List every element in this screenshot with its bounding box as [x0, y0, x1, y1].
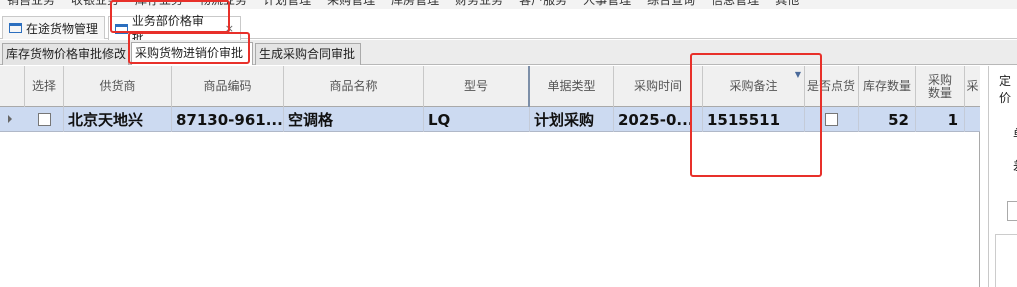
menu-item-customer[interactable]: 客户服务: [512, 0, 576, 9]
cell-supplier[interactable]: 北京天地兴: [64, 107, 172, 132]
window-icon: [9, 23, 22, 33]
table-row[interactable]: 北京天地兴 87130-961... 空调格 LQ 计划采购 2025-0...…: [0, 107, 980, 132]
menu-item-plan[interactable]: 计划管理: [256, 0, 320, 9]
cell-product-code[interactable]: 87130-961...: [172, 107, 284, 132]
column-header-doc-type[interactable]: 单据类型: [530, 66, 614, 107]
cell-product-name[interactable]: 空调格: [284, 107, 424, 132]
cell-purchase-qty[interactable]: 1: [916, 107, 965, 132]
menu-item-info[interactable]: 信息管理: [704, 0, 768, 9]
annotation-box-purchase-price-tab: [128, 32, 250, 64]
column-header-model[interactable]: 型号: [424, 66, 530, 107]
annotation-box-purchase-note-column: [690, 53, 822, 177]
row-indicator-icon: [8, 115, 12, 123]
tab-stock-price-approval-edit[interactable]: 库存货物价格审批修改: [2, 43, 129, 65]
menu-item-purchase[interactable]: 采购管理: [320, 0, 384, 9]
menu-item-hr[interactable]: 人事管理: [576, 0, 640, 9]
row-indicator-header: [0, 66, 25, 107]
menu-item-warehouse[interactable]: 库房管理: [384, 0, 448, 9]
column-header-stock-qty[interactable]: 库存数量: [859, 66, 916, 107]
grid-header: 选择 供货商 商品编码 商品名称 型号 单据类型 采购时间 采购备注 ▼ 是否点…: [0, 66, 980, 107]
tab-purchase-contract-approval[interactable]: 生成采购合同审批: [255, 43, 361, 65]
column-header-supplier[interactable]: 供货商: [64, 66, 172, 107]
cell-stock-qty[interactable]: 52: [859, 107, 916, 132]
right-detail-panel: 定价 单 差: [988, 66, 1017, 287]
tab-in-transit-goods[interactable]: 在途货物管理: [2, 16, 105, 39]
cell-select[interactable]: [25, 107, 64, 132]
panel-input[interactable]: [1007, 201, 1017, 221]
menu-item-sales[interactable]: 销售业务: [0, 0, 64, 9]
cell-model[interactable]: LQ: [424, 107, 530, 132]
select-checkbox[interactable]: [37, 113, 51, 126]
cell-truncated[interactable]: [965, 107, 980, 132]
menu-item-finance[interactable]: 财务业务: [448, 0, 512, 9]
panel-label-unit: 单: [1013, 125, 1017, 142]
column-header-purchase-qty[interactable]: 采购数量: [916, 66, 965, 107]
panel-label-pricing: 定价: [999, 74, 1012, 105]
column-header-truncated[interactable]: 采: [965, 66, 980, 107]
column-header-select[interactable]: 选择: [25, 66, 64, 107]
column-header-product-code[interactable]: 商品编码: [172, 66, 284, 107]
cell-doc-type[interactable]: 计划采购: [530, 107, 614, 132]
tab-label: 在途货物管理: [26, 21, 99, 36]
data-grid: 选择 供货商 商品编码 商品名称 型号 单据类型 采购时间 采购备注 ▼ 是否点…: [0, 66, 980, 287]
panel-label-diff: 差: [1013, 157, 1017, 174]
column-header-product-name[interactable]: 商品名称: [284, 66, 424, 107]
panel-subframe: [995, 234, 1017, 287]
menu-item-query[interactable]: 综合查询: [640, 0, 704, 9]
counted-checkbox[interactable]: [825, 113, 838, 126]
menu-item-other[interactable]: 其他: [768, 0, 808, 9]
annotation-box-price-approval-tab: [110, 0, 230, 33]
